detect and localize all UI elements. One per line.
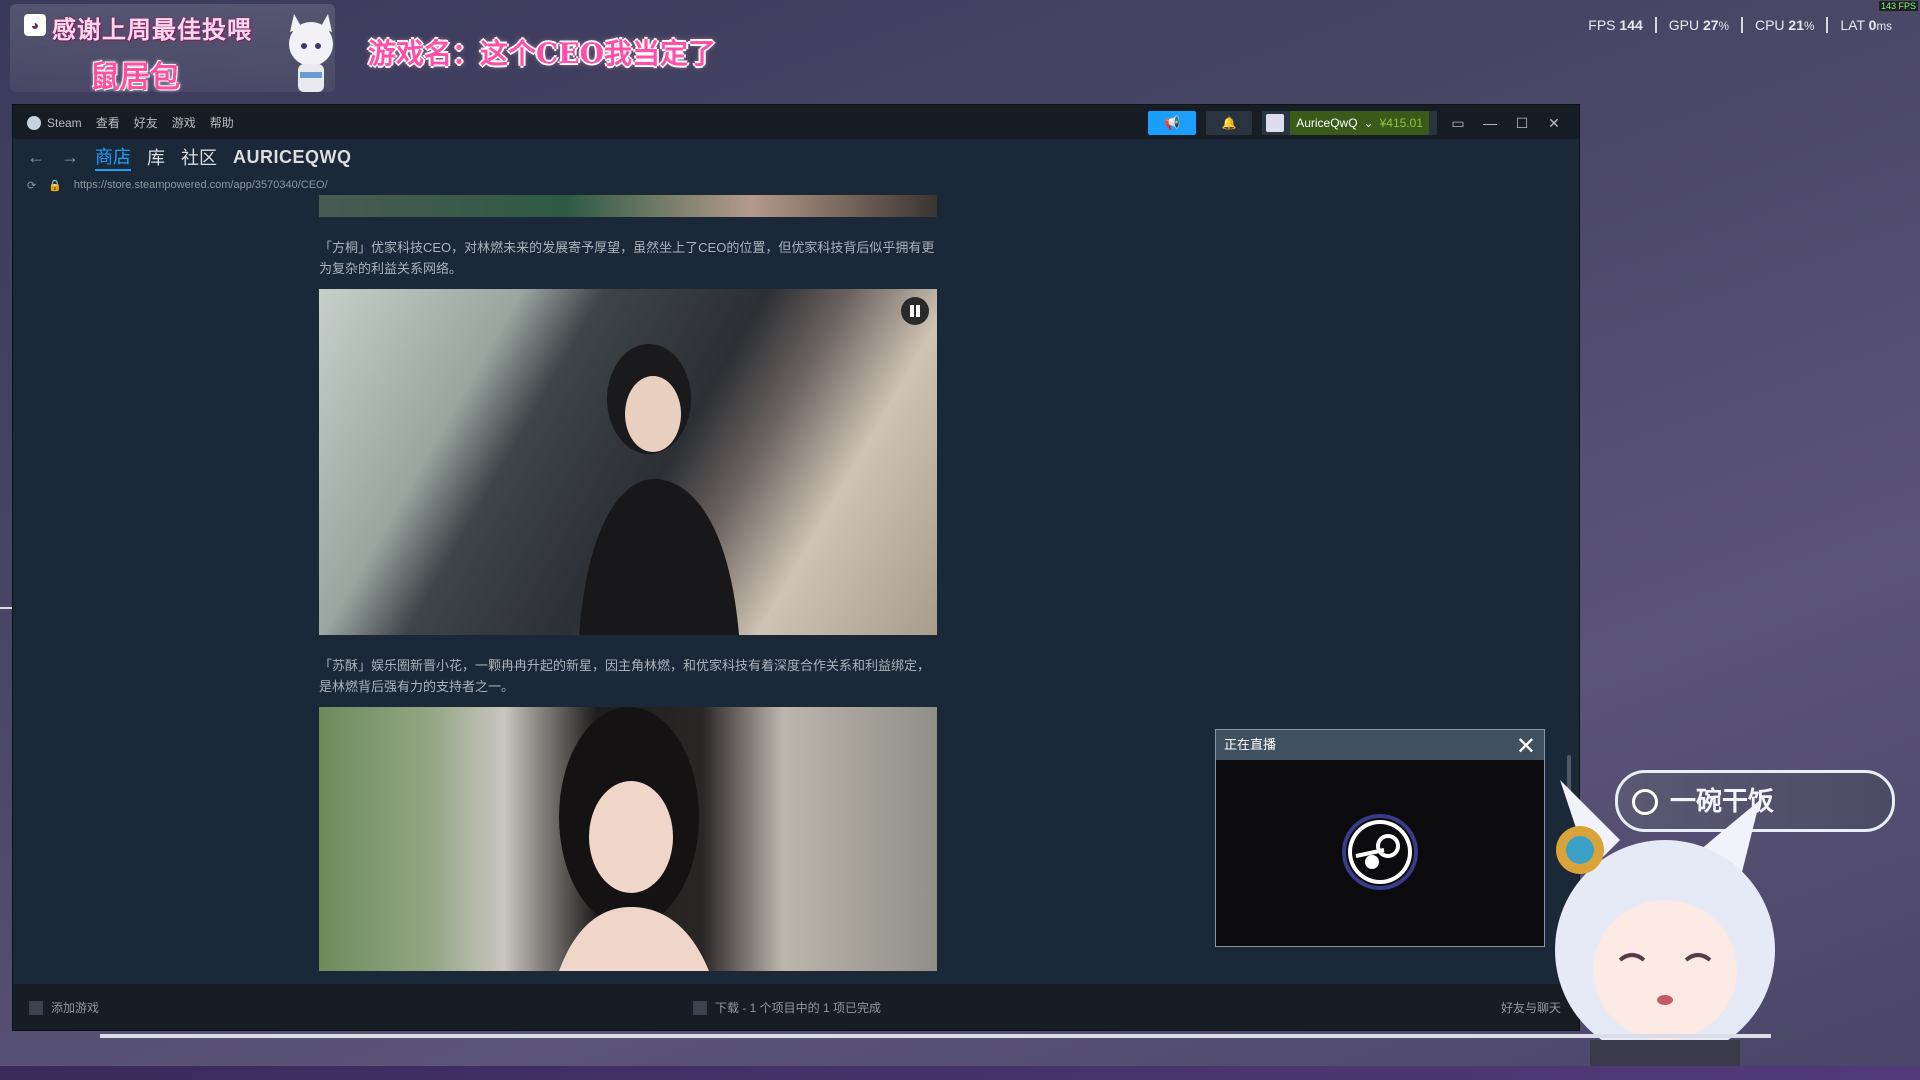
- menu-bar: Steam 查看 好友 游戏 帮助: [27, 114, 234, 131]
- download-icon: [693, 1000, 707, 1015]
- title-bar-controls: 📢 🔔 AuriceQwQ ⌄ ¥415.01 ▭ — ☐ ✕: [1148, 111, 1579, 135]
- page-url[interactable]: https://store.steampowered.com/app/35703…: [74, 179, 328, 191]
- bottom-band: [0, 1066, 1920, 1080]
- character-video[interactable]: [319, 289, 937, 635]
- title-bar: Steam 查看 好友 游戏 帮助 📢 🔔 AuriceQwQ ⌄ ¥415.0…: [13, 105, 1579, 139]
- donor-banner: ◕ 感谢上周最佳投喂 鼠居包: [10, 4, 335, 95]
- perf-cpu: CPU 21%: [1740, 17, 1826, 33]
- broadcast-panel: 正在直播 ✕: [1215, 729, 1545, 947]
- menu-games[interactable]: 游戏: [172, 114, 196, 131]
- steam-logo-icon: [1342, 814, 1418, 890]
- perf-lat: LAT 0ms: [1826, 17, 1904, 33]
- description-paragraph: 「苏酥」娱乐圈新晋小花，一颗冉冉升起的新星，因主角林燃，和优家科技有着深度合作关…: [319, 658, 931, 694]
- character-figure: [559, 707, 709, 971]
- avatar: [1266, 114, 1285, 132]
- navigation-bar: ← → 商店 库 社区 AURICEQWQ: [27, 139, 352, 175]
- tab-library[interactable]: 库: [147, 144, 165, 170]
- downloads-status[interactable]: 下载 - 1 个项目中的 1 项已完成: [693, 999, 881, 1016]
- character-figure: [579, 344, 739, 635]
- menu-steam[interactable]: Steam: [27, 114, 82, 131]
- tab-community[interactable]: 社区: [181, 144, 217, 170]
- bell-icon[interactable]: 🔔: [1206, 111, 1253, 135]
- menu-help[interactable]: 帮助: [210, 114, 234, 131]
- megaphone-icon[interactable]: 📢: [1148, 111, 1197, 135]
- wallet-balance: ¥415.01: [1379, 116, 1423, 130]
- screenshot-image: [319, 195, 937, 217]
- performance-overlay: FPS 144 GPU 27% CPU 21% LAT 0ms: [1576, 17, 1904, 33]
- lock-icon: 🔒: [48, 179, 62, 192]
- pause-icon[interactable]: [901, 297, 929, 325]
- broadcast-title: 正在直播: [1224, 737, 1277, 752]
- fps-counter: 143 FPS: [1878, 1, 1918, 11]
- menu-view[interactable]: 查看: [96, 114, 120, 131]
- vtuber-avatar: [1555, 780, 1775, 1080]
- edge-marker: [0, 607, 12, 609]
- back-arrow-icon[interactable]: ←: [27, 147, 45, 168]
- tab-store[interactable]: 商店: [95, 143, 131, 171]
- description-paragraph: 「方桐」优家科技CEO，对林燃未来的发展寄予厚望，虽然坐上了CEO的位置，但优家…: [319, 240, 935, 276]
- close-icon[interactable]: ✕: [1516, 732, 1536, 762]
- address-bar: ⟳ 🔒 https://store.steampowered.com/app/3…: [27, 175, 328, 195]
- close-icon[interactable]: ✕: [1543, 115, 1565, 132]
- progress-fill: [100, 1034, 1771, 1038]
- plus-icon: [29, 1000, 43, 1015]
- minimize-icon[interactable]: —: [1479, 115, 1501, 131]
- status-bar: 添加游戏 下载 - 1 个项目中的 1 项已完成 好友与聊天: [13, 984, 1579, 1030]
- bilibili-icon: ◕: [24, 14, 46, 36]
- account-menu[interactable]: AuriceQwQ ⌄ ¥415.01: [1262, 111, 1437, 135]
- steam-logo-icon: [27, 115, 41, 130]
- character-video[interactable]: [319, 707, 937, 971]
- account-name: AuriceQwQ: [1296, 116, 1358, 130]
- chevron-down-icon: ⌄: [1363, 116, 1374, 130]
- perf-gpu: GPU 27%: [1654, 17, 1741, 33]
- game-description: 「方桐」优家科技CEO，对林燃未来的发展寄予厚望，虽然坐上了CEO的位置，但优家…: [319, 195, 937, 971]
- monitor-icon[interactable]: ▭: [1447, 115, 1469, 132]
- maximize-icon[interactable]: ☐: [1511, 115, 1533, 132]
- thanks-text: 感谢上周最佳投喂: [52, 15, 252, 44]
- menu-friends[interactable]: 好友: [134, 114, 158, 131]
- game-title: 游戏名：这个CEO我当定了: [368, 37, 717, 70]
- video-progress-bar[interactable]: [100, 1034, 1805, 1038]
- reload-icon[interactable]: ⟳: [27, 179, 36, 192]
- broadcast-header: 正在直播 ✕: [1216, 730, 1544, 760]
- mascot-illustration: [289, 14, 333, 92]
- perf-fps: FPS 144: [1588, 17, 1643, 33]
- tab-profile[interactable]: AURICEQWQ: [233, 147, 352, 168]
- forward-arrow-icon[interactable]: →: [61, 147, 79, 168]
- donor-name: 鼠居包: [90, 60, 180, 95]
- add-game-button[interactable]: 添加游戏: [29, 999, 99, 1016]
